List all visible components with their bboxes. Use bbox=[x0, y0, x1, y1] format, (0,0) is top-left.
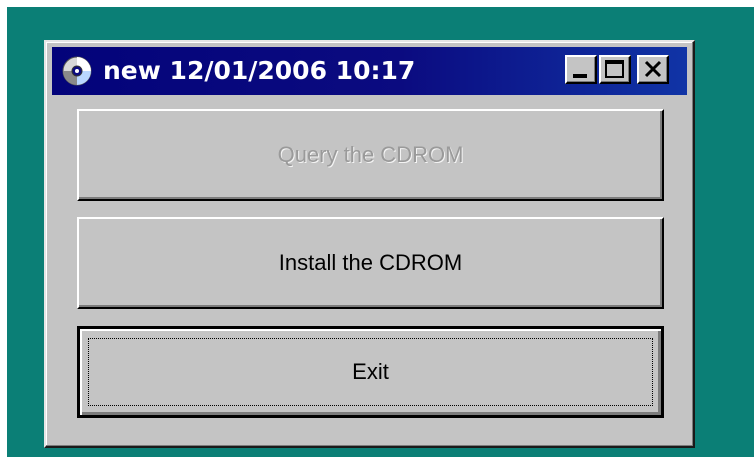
query-cdrom-label: Query the CDROM bbox=[277, 142, 464, 167]
install-cdrom-button[interactable]: Install the CDROM bbox=[77, 217, 664, 309]
window-title: new 12/01/2006 10:17 bbox=[103, 56, 416, 85]
minimize-icon bbox=[573, 74, 587, 78]
maximize-button[interactable] bbox=[599, 55, 631, 84]
exit-button[interactable]: Exit bbox=[77, 326, 664, 418]
exit-label: Exit bbox=[352, 359, 389, 384]
close-button[interactable] bbox=[637, 55, 669, 84]
app-window: new 12/01/2006 10:17 Query the CDROM Ins… bbox=[44, 40, 695, 448]
install-cdrom-label: Install the CDROM bbox=[278, 250, 463, 275]
close-icon bbox=[644, 60, 662, 78]
minimize-button[interactable] bbox=[565, 55, 597, 84]
query-cdrom-button[interactable]: Query the CDROM bbox=[77, 109, 664, 201]
cd-icon bbox=[62, 56, 92, 86]
maximize-icon bbox=[605, 60, 624, 78]
title-bar[interactable]: new 12/01/2006 10:17 bbox=[52, 47, 687, 95]
